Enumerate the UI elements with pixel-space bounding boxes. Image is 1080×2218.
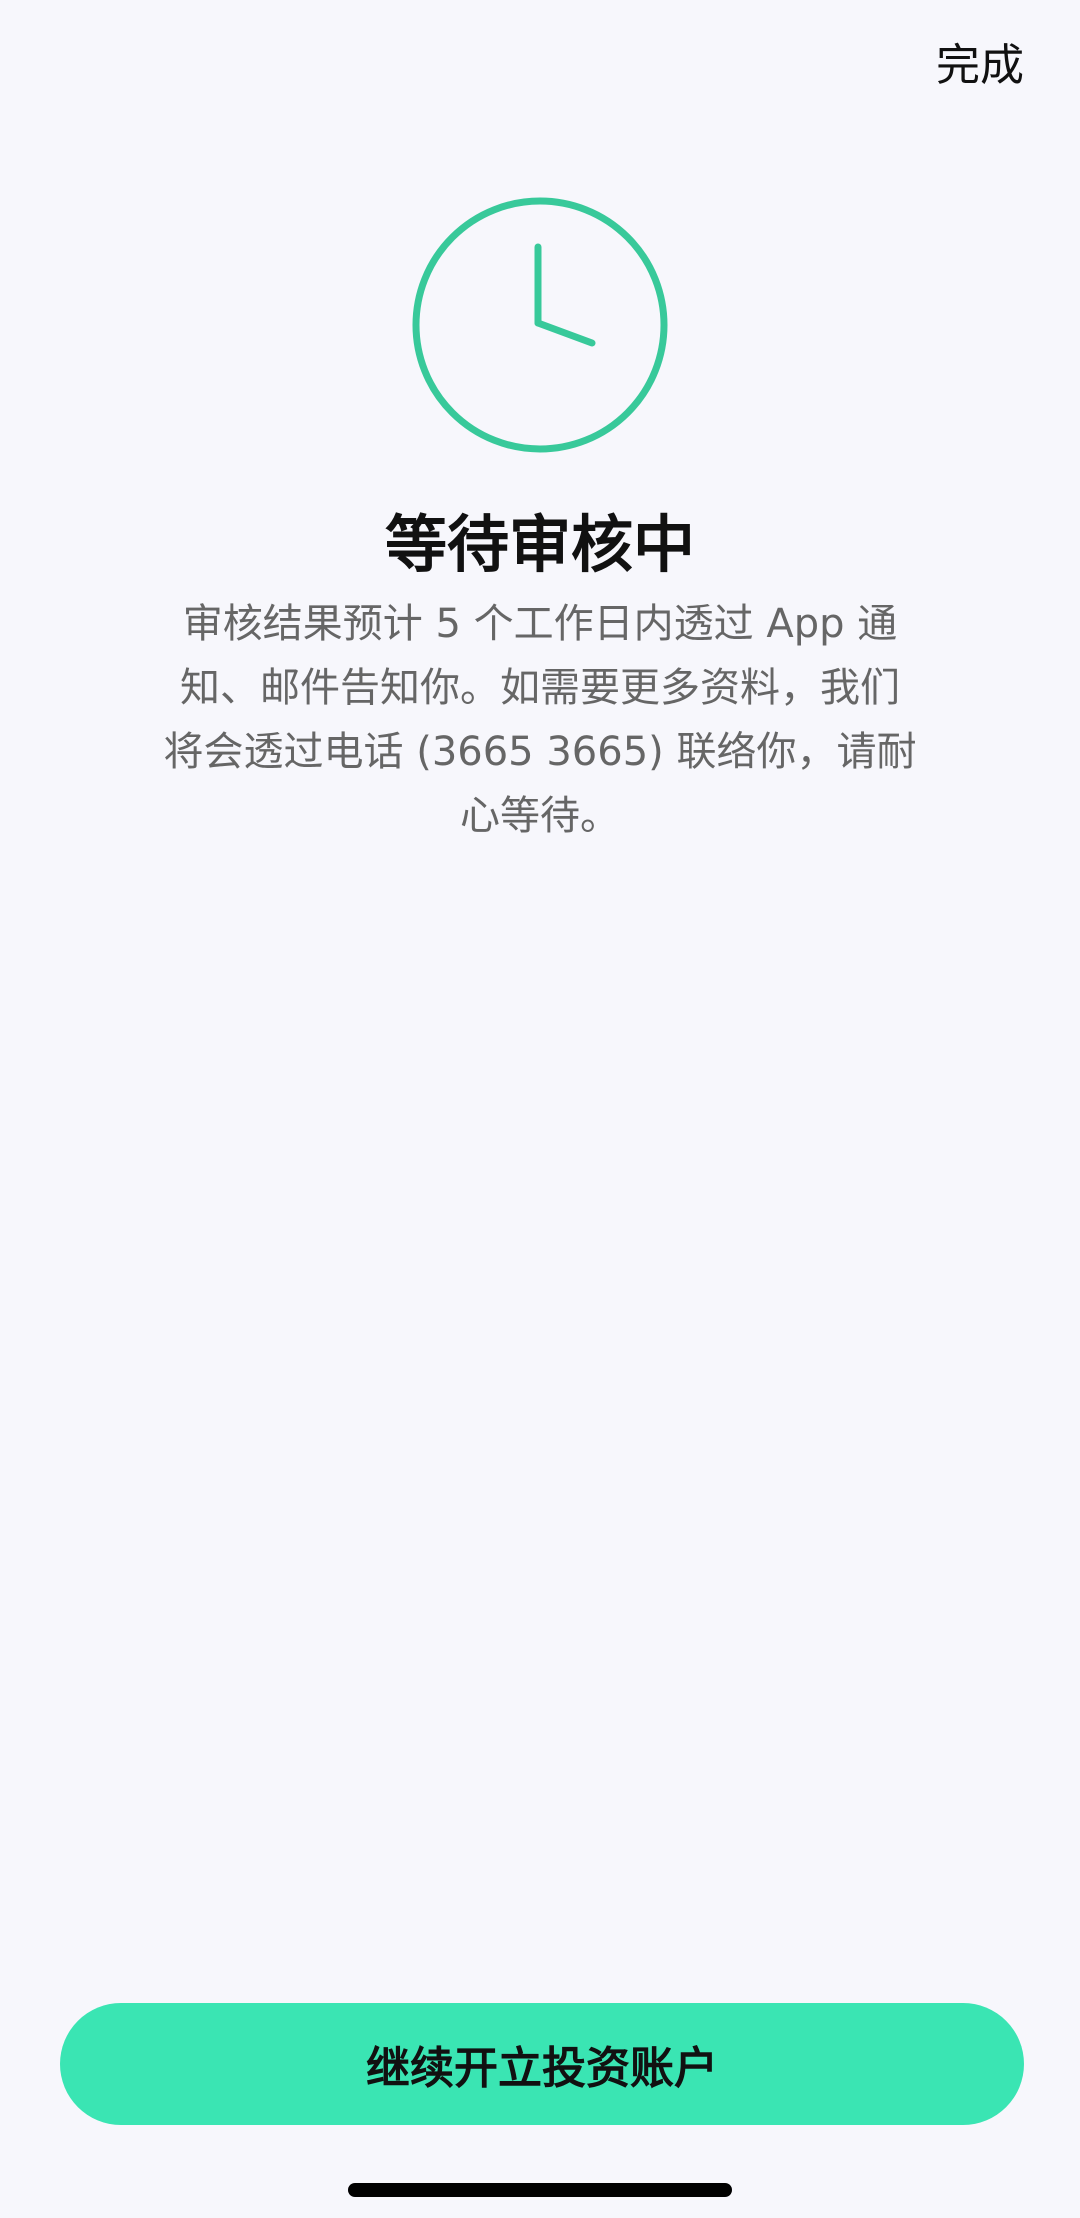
continue-open-account-button[interactable]: 继续开立投资账户 (60, 2003, 1024, 2125)
continue-button-label: 继续开立投资账户 (366, 2043, 718, 2094)
done-button[interactable]: 完成 (936, 36, 1024, 96)
home-indicator (348, 2183, 732, 2197)
status-description: 审核结果预计 5 个工作日内透过 App 通 知、邮件告知你。如需要更多资料，我… (163, 601, 917, 839)
clock-icon (412, 197, 668, 453)
page-title: 等待审核中 (384, 508, 695, 581)
